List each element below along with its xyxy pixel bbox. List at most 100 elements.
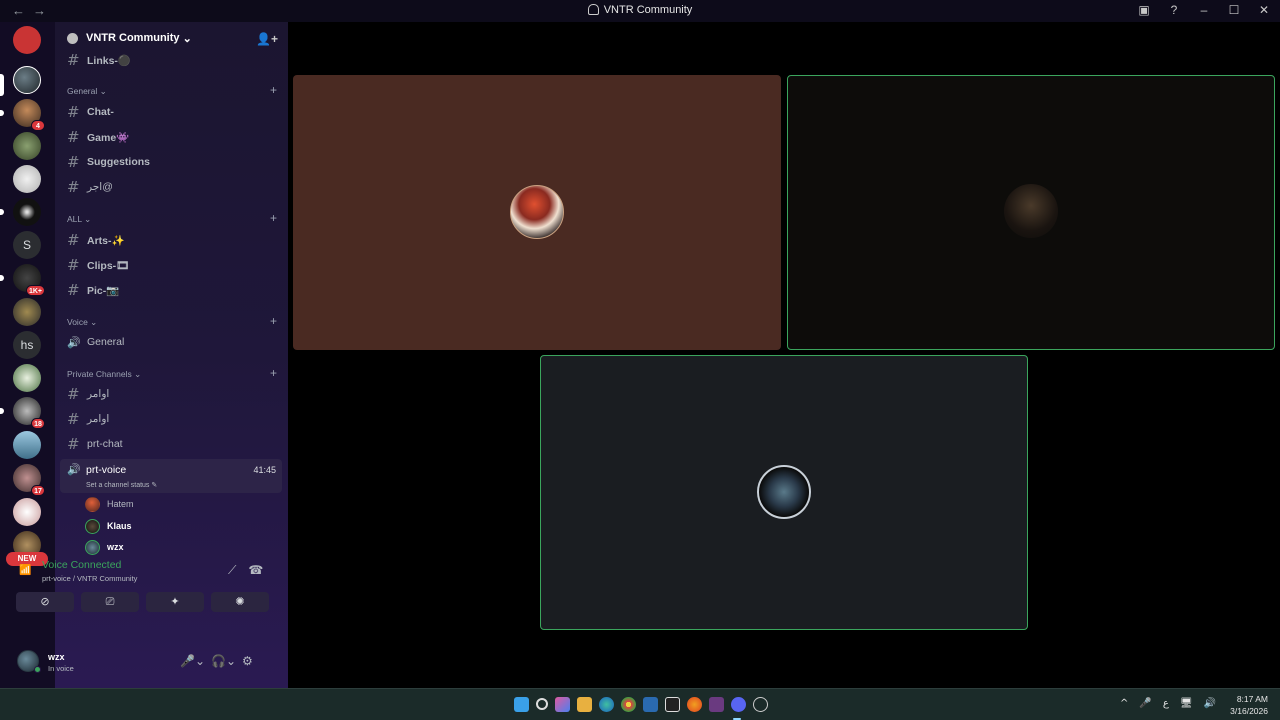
channel-arabic[interactable]: # اجر@ — [60, 176, 282, 198]
category-voice[interactable]: Voice ⌄ + — [67, 314, 277, 328]
plus-icon[interactable]: + — [270, 366, 277, 380]
channel-suggestions[interactable]: # Suggestions — [60, 151, 282, 173]
server-icon[interactable]: 17 — [13, 464, 45, 496]
close-button[interactable]: ✕ — [1256, 3, 1272, 17]
hash-icon: # — [67, 103, 80, 121]
window-titlebar: ←→ VNTR Community ▣ ? – ☐ ✕ — [0, 0, 1280, 22]
channel-label: Clips-🎞 — [87, 259, 130, 272]
voice-channel-general[interactable]: 🔊 General — [60, 331, 282, 353]
user-status: In voice — [48, 664, 74, 673]
clock[interactable]: 8:17 AM 3/16/2026 — [1230, 693, 1268, 717]
chevron-down-icon: ⌄ — [182, 32, 192, 45]
chevron-up-icon[interactable]: ^ — [1120, 698, 1128, 709]
channel-links[interactable]: # Links-⚫ — [60, 49, 282, 71]
server-icon[interactable] — [13, 298, 41, 326]
home-button[interactable] — [13, 26, 41, 54]
capcut-icon[interactable] — [665, 697, 680, 712]
chrome-icon[interactable] — [621, 697, 636, 712]
voice-panel-icons: ⟋ ☎ — [228, 563, 263, 578]
server-icon-s[interactable]: S — [13, 231, 41, 259]
server-icon[interactable] — [13, 198, 41, 226]
start-icon[interactable] — [514, 697, 529, 712]
voice-member-klaus[interactable]: Klaus — [85, 517, 132, 535]
hash-icon: # — [67, 281, 80, 299]
category-private[interactable]: Private Channels ⌄ + — [67, 366, 277, 380]
discord-taskbar-icon[interactable] — [731, 697, 746, 712]
hash-icon: # — [67, 385, 80, 403]
tile-klaus[interactable] — [787, 75, 1275, 350]
disconnect-icon[interactable]: ☎ — [248, 563, 263, 578]
guild-icon — [67, 32, 78, 44]
voice-member-wzx[interactable]: wzx — [85, 538, 124, 556]
microphone-icon[interactable]: 🎤⌄ — [180, 654, 205, 668]
firefox-icon[interactable] — [687, 697, 702, 712]
channel-chat[interactable]: # Chat- — [60, 101, 282, 123]
soundboard-button[interactable]: ✺ — [211, 592, 269, 612]
edge-icon[interactable] — [599, 697, 614, 712]
server-icon[interactable] — [13, 431, 41, 459]
plus-icon[interactable]: + — [270, 314, 277, 328]
channel-label: اوامر — [87, 413, 110, 425]
category-all[interactable]: ALL ⌄ + — [67, 211, 277, 225]
camera-off-button[interactable]: ⊘ — [16, 592, 74, 612]
copilot-icon[interactable] — [555, 697, 570, 712]
app-icon[interactable] — [753, 697, 768, 712]
server-icon[interactable]: 4 — [13, 99, 45, 131]
search-icon[interactable] — [536, 698, 548, 710]
channel-awamer-2[interactable]: # اوامر — [60, 408, 282, 430]
server-icon[interactable] — [13, 364, 41, 392]
maximize-button[interactable]: ☐ — [1226, 3, 1242, 17]
tile-wzx[interactable] — [540, 355, 1028, 630]
signal-icon[interactable]: 📶 — [19, 565, 31, 576]
network-icon[interactable]: 🖥 — [1180, 698, 1193, 709]
voice-action-buttons: ⊘ ⎚ ✦ ✺ — [16, 592, 269, 612]
user-panel: wzx In voice 🎤⌄ 🎧⌄ ⚙ — [7, 648, 277, 678]
channel-prt-chat[interactable]: # prt-chat — [60, 433, 282, 455]
voice-connected-subtitle[interactable]: prt-voice / VNTR Community — [42, 574, 137, 583]
noise-suppression-icon[interactable]: ⟋ — [228, 563, 236, 578]
user-name[interactable]: wzx — [48, 652, 65, 662]
mention-badge: 1K+ — [25, 285, 45, 296]
tile-hatem[interactable] — [293, 75, 781, 350]
file-explorer-icon[interactable] — [577, 697, 592, 712]
voice-channel-prt-voice[interactable]: 🔊 prt-voice 41:45 Set a channel status ✎ — [60, 459, 282, 493]
app-icon[interactable] — [643, 697, 658, 712]
help-icon[interactable]: ? — [1166, 3, 1182, 17]
hash-icon: # — [67, 128, 80, 146]
app-icon[interactable] — [709, 697, 724, 712]
channel-label: Arts-✨ — [87, 234, 125, 247]
category-general[interactable]: General ⌄ + — [67, 83, 277, 97]
voice-member-hatem[interactable]: Hatem ♟ — [85, 495, 298, 513]
activities-button[interactable]: ✦ — [146, 592, 204, 612]
plus-icon[interactable]: + — [270, 211, 277, 225]
server-icon[interactable]: 1K+ — [13, 264, 45, 296]
server-icon[interactable] — [13, 132, 41, 160]
participant-avatar — [510, 185, 564, 239]
channel-game[interactable]: # Game👾 — [60, 126, 282, 148]
volume-icon[interactable]: 🔊 — [1204, 698, 1216, 709]
voice-connected-title[interactable]: Voice Connected — [42, 559, 121, 571]
channel-awamer-1[interactable]: # اوامر — [60, 383, 282, 405]
language-indicator[interactable]: ع — [1163, 698, 1169, 709]
server-icon[interactable]: 18 — [13, 397, 45, 429]
plus-icon[interactable]: + — [270, 83, 277, 97]
server-icon[interactable] — [13, 165, 41, 193]
voice-channel-name: prt-voice — [86, 464, 127, 476]
headset-icon[interactable]: 🎧⌄ — [211, 654, 236, 668]
share-screen-button[interactable]: ⎚ — [81, 592, 139, 612]
inbox-icon[interactable]: ▣ — [1136, 3, 1152, 17]
participant-avatar — [757, 465, 811, 519]
invite-icon[interactable]: 👤+ — [256, 32, 278, 46]
channel-clips[interactable]: # Clips-🎞 — [60, 254, 282, 276]
server-icon[interactable] — [13, 66, 41, 94]
set-channel-status[interactable]: Set a channel status ✎ — [86, 481, 157, 489]
minimize-button[interactable]: – — [1196, 3, 1212, 17]
settings-gear-icon[interactable]: ⚙ — [242, 654, 253, 668]
microphone-tray-icon[interactable]: 🎤 — [1139, 698, 1151, 709]
channel-pic[interactable]: # Pic-📷 — [60, 279, 282, 301]
server-icon[interactable] — [13, 498, 41, 526]
channel-arts[interactable]: # Arts-✨ — [60, 229, 282, 251]
channel-label: Suggestions — [87, 156, 151, 168]
server-icon-hs[interactable]: hs — [13, 331, 41, 359]
hash-icon: # — [67, 153, 80, 171]
